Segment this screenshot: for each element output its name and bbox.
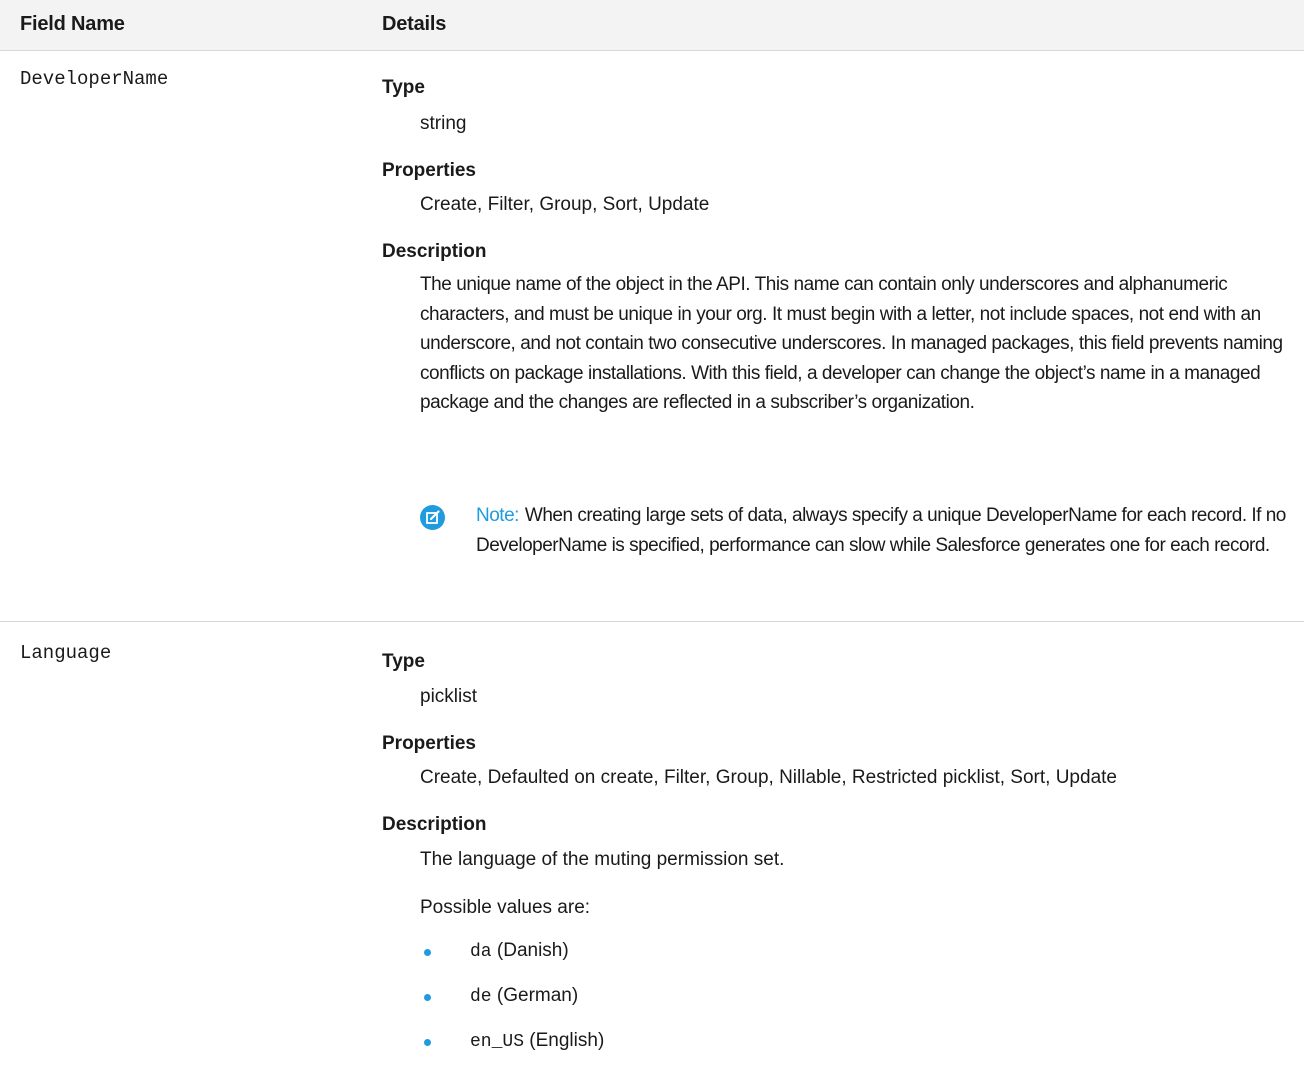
field-name: Language [20,642,112,664]
note-label: Note: [476,505,519,526]
properties-value: Create, Defaulted on create, Filter, Gro… [420,767,1117,788]
value-label: (Danish) [496,940,569,961]
bullet-icon [424,949,431,956]
row-divider [0,621,1304,622]
description-label: Description [382,814,487,835]
value-label: (German) [496,985,579,1006]
bullet-icon [424,994,431,1001]
properties-label: Properties [382,733,476,754]
description-text: The language of the muting permission se… [420,849,785,870]
type-value: picklist [420,686,478,707]
column-header-field-name: Field Name [20,13,125,35]
edit-note-icon [420,505,445,530]
type-value: string [420,113,467,134]
type-label: Type [382,651,425,672]
value-code: en_US [470,1032,525,1052]
value-label: (English) [529,1030,605,1051]
description-text: The unique name of the object in the API… [420,274,1283,413]
properties-value: Create, Filter, Group, Sort, Update [420,194,710,215]
bullet-icon [424,1039,431,1046]
note: Note: When creating large sets of data, a… [476,501,1304,560]
field-name: DeveloperName [20,68,169,90]
column-header-details: Details [382,13,447,35]
description-label: Description [382,241,487,262]
properties-label: Properties [382,160,476,181]
value-code: de [470,987,492,1007]
type-label: Type [382,77,425,98]
value-code: da [470,942,492,962]
note-text: When creating large sets of data, always… [476,505,1286,556]
table-header: Field Name Details [0,0,1304,51]
possible-values-intro: Possible values are: [420,897,591,918]
